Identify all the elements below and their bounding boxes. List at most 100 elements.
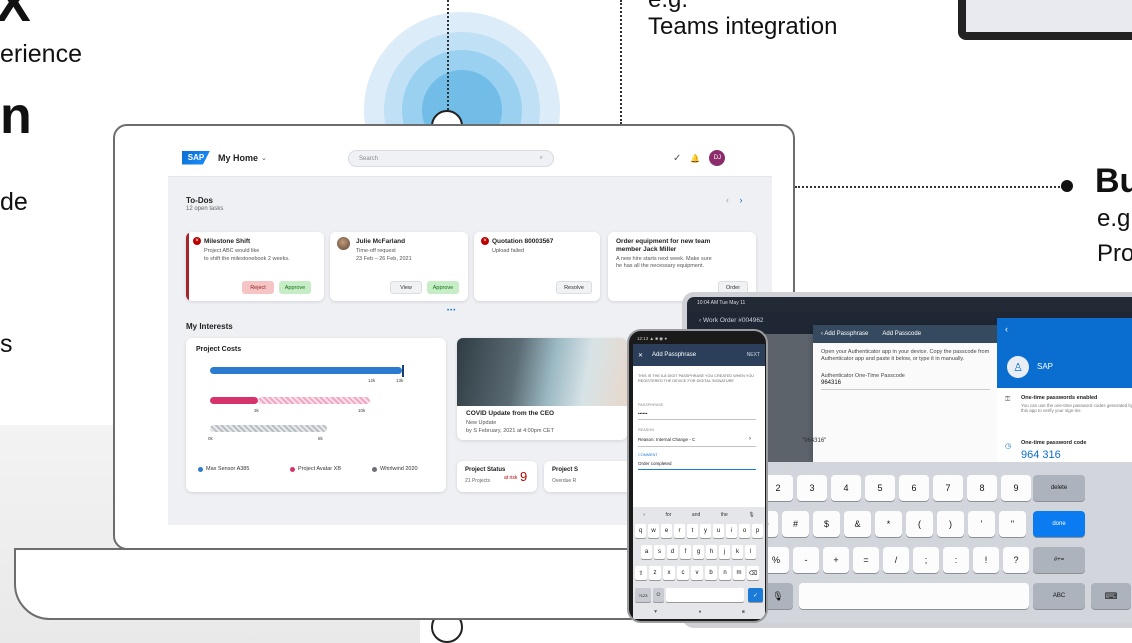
suggestion-word[interactable]: the	[721, 512, 728, 518]
keyboard-key[interactable]: '	[968, 511, 995, 537]
covid-update-card[interactable]: COVID Update from the CEO New Update by …	[457, 338, 627, 440]
keyboard-key[interactable]: -	[793, 547, 819, 573]
carousel-pager[interactable]: •••	[447, 308, 456, 314]
todo-card-order-equipment[interactable]: Order equipment for new team member Jack…	[608, 232, 756, 301]
search-icon[interactable]: ⌕	[540, 155, 543, 162]
keyboard-icon[interactable]: ⌨	[1091, 583, 1131, 609]
keyboard-key[interactable]: /	[883, 547, 909, 573]
keyboard-key[interactable]: =	[853, 547, 879, 573]
keyboard-key[interactable]: k	[732, 545, 743, 559]
suggestion-expand[interactable]: ›	[643, 512, 645, 518]
reason-select[interactable]: Reason: Internal Change - C	[638, 437, 695, 442]
project-status-card[interactable]: Project Status 21 Projects at risk 9	[457, 461, 537, 492]
keyboard-key[interactable]: y	[700, 524, 711, 538]
dialog-back-button[interactable]: ‹ Add Passphrase	[821, 331, 868, 337]
keyboard-key[interactable]: s	[654, 545, 665, 559]
chevron-right-icon[interactable]: ›	[740, 195, 743, 205]
keyboard-key[interactable]: 3	[797, 475, 827, 501]
home-nav-icon[interactable]: ●	[698, 609, 701, 615]
sap-logo[interactable]: SAP	[182, 150, 210, 165]
project-costs-card[interactable]: Project Costs 12k 13k 3k 10k 0k 8k Max S…	[186, 338, 446, 492]
search-input[interactable]: Search ⌕	[348, 150, 554, 167]
keyboard-key[interactable]: c	[677, 566, 689, 580]
suggestion-word[interactable]: and	[692, 512, 700, 518]
back-icon[interactable]: ‹	[1005, 324, 1008, 334]
bell-icon[interactable]: 🔔	[690, 154, 700, 163]
done-key[interactable]: done	[1033, 511, 1085, 537]
avatar[interactable]: DJ	[709, 150, 726, 166]
chevron-right-icon[interactable]: ›	[749, 436, 751, 442]
passcode-input[interactable]: 964316	[813, 379, 998, 387]
keyboard-key[interactable]: t	[687, 524, 698, 538]
keyboard-key[interactable]: )	[937, 511, 964, 537]
keyboard-key[interactable]: z	[649, 566, 661, 580]
keyboard-key[interactable]: x	[663, 566, 675, 580]
recents-nav-icon[interactable]: ■	[742, 609, 745, 615]
keyboard-key[interactable]: q	[635, 524, 646, 538]
keyboard-key[interactable]: 7	[933, 475, 963, 501]
keyboard-key[interactable]: (	[906, 511, 933, 537]
keyboard-key[interactable]: j	[719, 545, 730, 559]
view-button[interactable]: View	[390, 281, 422, 294]
keyboard-key[interactable]: ⇧	[635, 566, 647, 580]
keyboard-key[interactable]: a	[641, 545, 652, 559]
keyboard-key[interactable]: :	[943, 547, 969, 573]
project-status-card-2[interactable]: Project S Overdue R	[544, 461, 634, 492]
keyboard-key[interactable]: o	[739, 524, 750, 538]
keyboard-key[interactable]: ⌫	[747, 566, 759, 580]
keyboard-key[interactable]: 8	[967, 475, 997, 501]
keyboard-key[interactable]: 4	[831, 475, 861, 501]
keyboard-key[interactable]: i	[726, 524, 737, 538]
keyboard-key[interactable]: 9	[1001, 475, 1031, 501]
keyboard-key[interactable]: n	[719, 566, 731, 580]
reject-button[interactable]: Reject	[242, 281, 274, 294]
keyboard-key[interactable]: !	[973, 547, 999, 573]
chevron-left-icon[interactable]: ‹	[726, 195, 729, 205]
todo-card-milestone[interactable]: × Milestone Shift Project ABC would like…	[186, 232, 324, 301]
comment-input[interactable]: Order completed	[638, 461, 672, 466]
keyboard-key[interactable]: ;	[913, 547, 939, 573]
keyboard-key[interactable]: &	[844, 511, 871, 537]
delete-key[interactable]: delete	[1033, 475, 1085, 501]
keyboard-key[interactable]: f	[680, 545, 691, 559]
keyboard-key[interactable]: 6	[899, 475, 929, 501]
keyboard-key[interactable]: d	[667, 545, 678, 559]
microphone-icon[interactable]: 🎙	[748, 512, 754, 518]
keyboard-key[interactable]: h	[706, 545, 717, 559]
keyboard-key[interactable]: "	[999, 511, 1026, 537]
check-circle-icon[interactable]: ✓	[673, 153, 681, 164]
keyboard-key[interactable]: e	[661, 524, 672, 538]
keyboard-key[interactable]: 5	[865, 475, 895, 501]
keyboard-key[interactable]: u	[713, 524, 724, 538]
keyboard-key[interactable]: w	[648, 524, 659, 538]
keyboard-key[interactable]: *	[875, 511, 902, 537]
space-key[interactable]	[799, 583, 1029, 609]
page-title[interactable]: My Home	[218, 153, 258, 163]
resolve-button[interactable]: Resolve	[556, 281, 592, 294]
todo-card-timeoff[interactable]: Julie McFarland Time-off request 23 Feb …	[330, 232, 468, 301]
keyboard-key[interactable]: r	[674, 524, 685, 538]
enter-key[interactable]: ✓	[748, 588, 763, 602]
otp-code[interactable]: 964 316	[1021, 449, 1061, 461]
close-icon[interactable]: ✕	[638, 352, 643, 359]
keyboard-suggestion[interactable]: "964316"	[802, 438, 826, 444]
keyboard-key[interactable]: ?	[1003, 547, 1029, 573]
keyboard-key[interactable]: l	[745, 545, 756, 559]
space-key[interactable]	[666, 588, 744, 602]
todo-card-quotation[interactable]: × Quotation 80003567 Upload failed Resol…	[474, 232, 600, 301]
keyboard-key[interactable]: #	[782, 511, 809, 537]
keyboard-key[interactable]: g	[693, 545, 704, 559]
keyboard-key[interactable]: +	[823, 547, 849, 573]
keyboard-key[interactable]: b	[705, 566, 717, 580]
approve-button[interactable]: Approve	[427, 281, 459, 294]
next-button[interactable]: NEXT	[747, 352, 760, 358]
symbols-key[interactable]: #+=	[1033, 547, 1085, 573]
back-nav-icon[interactable]: ▼	[653, 609, 658, 615]
abc-key[interactable]: ABC	[1033, 583, 1085, 609]
keyboard-key[interactable]: p	[752, 524, 763, 538]
chevron-down-icon[interactable]: ⌄	[261, 154, 267, 162]
approve-button[interactable]: Approve	[279, 281, 311, 294]
keyboard-key[interactable]: $	[813, 511, 840, 537]
suggestion-word[interactable]: for	[666, 512, 672, 518]
keyboard-key[interactable]: m	[733, 566, 745, 580]
